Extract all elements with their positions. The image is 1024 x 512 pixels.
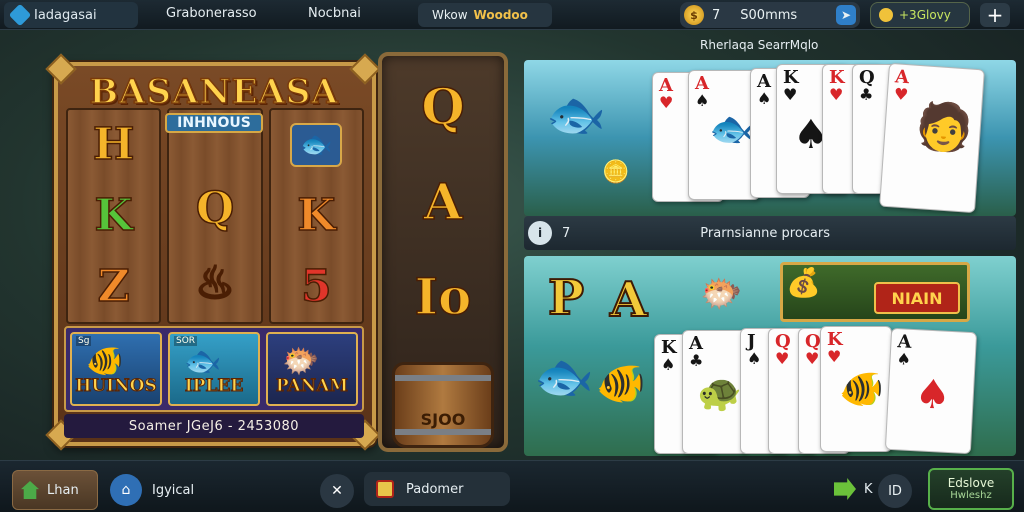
info-text: Prarnsianne procars [700,225,831,241]
jackpot-text: Soamer JGeJ6 - 2453080 [64,414,364,438]
cta-main-label: Edslove [947,475,995,490]
coin-value: S00mms [740,7,798,23]
panel-title: Rherlaqa SearrMqlo [700,38,819,52]
home-label: Lhan [47,482,79,498]
level-badge[interactable]: +3Glovy [870,2,970,28]
cta-sub-label: Hwleshz [950,490,992,502]
barrel-label: SJOO [420,410,466,429]
brand-name: Iadagasai [34,7,97,23]
add-button[interactable]: + [980,3,1010,27]
profile-button[interactable]: ID [878,474,912,508]
reel-symbol: Z [97,260,131,312]
brand-button[interactable]: Iadagasai [4,2,138,28]
bottom-count: K [864,482,873,497]
store-icon [376,480,394,498]
nav-link-1[interactable]: Grabonerasso [166,6,257,21]
search-label: Padomer [406,481,464,497]
wallet-label: Wkow [432,8,468,22]
barrel-band [395,429,491,435]
small-fish-icon: 🐡 [700,274,743,314]
info-bar[interactable]: i 7 Prarnsianne procars [524,216,1016,250]
reel-symbol: Q [195,182,235,234]
win-label: NIAIN [874,282,960,314]
bonus-label: IPLEE [184,376,244,397]
slot-reels[interactable]: H K Z Q ♨ 🐟 K 5 [66,108,364,324]
shuffle-icon: ✕ [320,474,354,508]
reel-symbol: K [296,189,336,241]
bonus-label: HUINOS [75,376,157,397]
slot-subtitle: INHNOUS [165,113,263,133]
coin-icon: $ [684,5,704,25]
side-symbol: Q [420,77,465,136]
level-text: +3Glovy [899,8,951,22]
nav-link-2[interactable]: Nocbnai [308,6,361,21]
home-icon [21,481,39,499]
slot-title: BASANEASA [89,71,339,113]
bonus-tile-3[interactable]: 🐡 PANAM [266,332,358,406]
reel-2: Q ♨ [167,108,263,324]
special-label: Igyical [152,482,195,498]
playing-card[interactable]: A ♥ 🧑 [879,62,985,214]
playing-card[interactable]: K ♥ 🐠 [820,326,892,452]
bonus-tile-1[interactable]: Sg 🐠 HUINOS [70,332,162,406]
side-symbol: Io [414,267,472,326]
reel-symbol: 5 [300,260,332,312]
wallet-display[interactable]: Wkow Woodoo [418,3,552,27]
home-button[interactable]: Lhan [12,470,98,510]
search-box[interactable]: Padomer [364,472,510,506]
coin-balance[interactable]: $ 7 S00mms ➤ [680,2,860,28]
bonus-label: PANAM [275,376,349,397]
side-reel-symbols[interactable]: Q A Io [388,77,498,326]
goldfish-icon: 🐠 [596,361,646,407]
koi-fish-icon: 🐟 [546,87,606,143]
special-button[interactable]: ⌂ Igyical [110,474,194,506]
coin-stack-icon: 🪙 [602,160,630,185]
playing-card[interactable]: A ♠ ♠ [884,327,978,455]
bird-icon[interactable]: ➤ [836,5,856,25]
info-icon: i [528,221,552,245]
star-icon [879,8,893,22]
fish-card-art-icon: 🐟 [709,108,754,150]
big-letter: A [609,271,648,329]
big-letter: P [547,269,585,327]
barrel-band [395,375,491,381]
spade-icon: ♠ [913,370,952,420]
reel-symbol: K [94,189,134,241]
coin-count: 7 [712,7,721,23]
bonus-row: Sg 🐠 HUINOS SOR 🐟 IPLEE 🐡 PANAM [64,326,364,412]
green-fish-icon: 🐟 [184,344,222,379]
chili-icon: ♨ [195,258,236,310]
orange-fish-icon: 🐡 [282,344,320,379]
gift-icon: ⌂ [110,474,142,506]
cta-button[interactable]: Edslove Hwleshz [928,468,1014,510]
red-fish-card-art-icon: 🐠 [839,368,884,410]
bonus-tile-2[interactable]: SOR 🐟 IPLEE [168,332,260,406]
goldfish-icon: 🐠 [86,344,124,379]
share-button[interactable]: ✕ [320,474,354,508]
playing-card[interactable]: A ♣ 🐢 [682,330,748,454]
barrel-button[interactable] [392,362,494,448]
wallet-value: Woodoo [473,8,528,22]
slot-logo: BASANEASA INHNOUS [64,71,364,134]
side-symbol: A [423,172,463,231]
reel-1: H K Z [66,108,162,324]
diamond-logo-icon [8,3,32,27]
gold-pile-icon: 💰 [786,266,821,299]
info-count: 7 [562,225,571,241]
character-card-art-icon: 🧑 [913,97,975,156]
koi-fish-icon: 🐟 [534,349,594,405]
reel-3: 🐟 K 5 [268,108,364,324]
turtle-card-art-icon: 🐢 [697,372,742,414]
